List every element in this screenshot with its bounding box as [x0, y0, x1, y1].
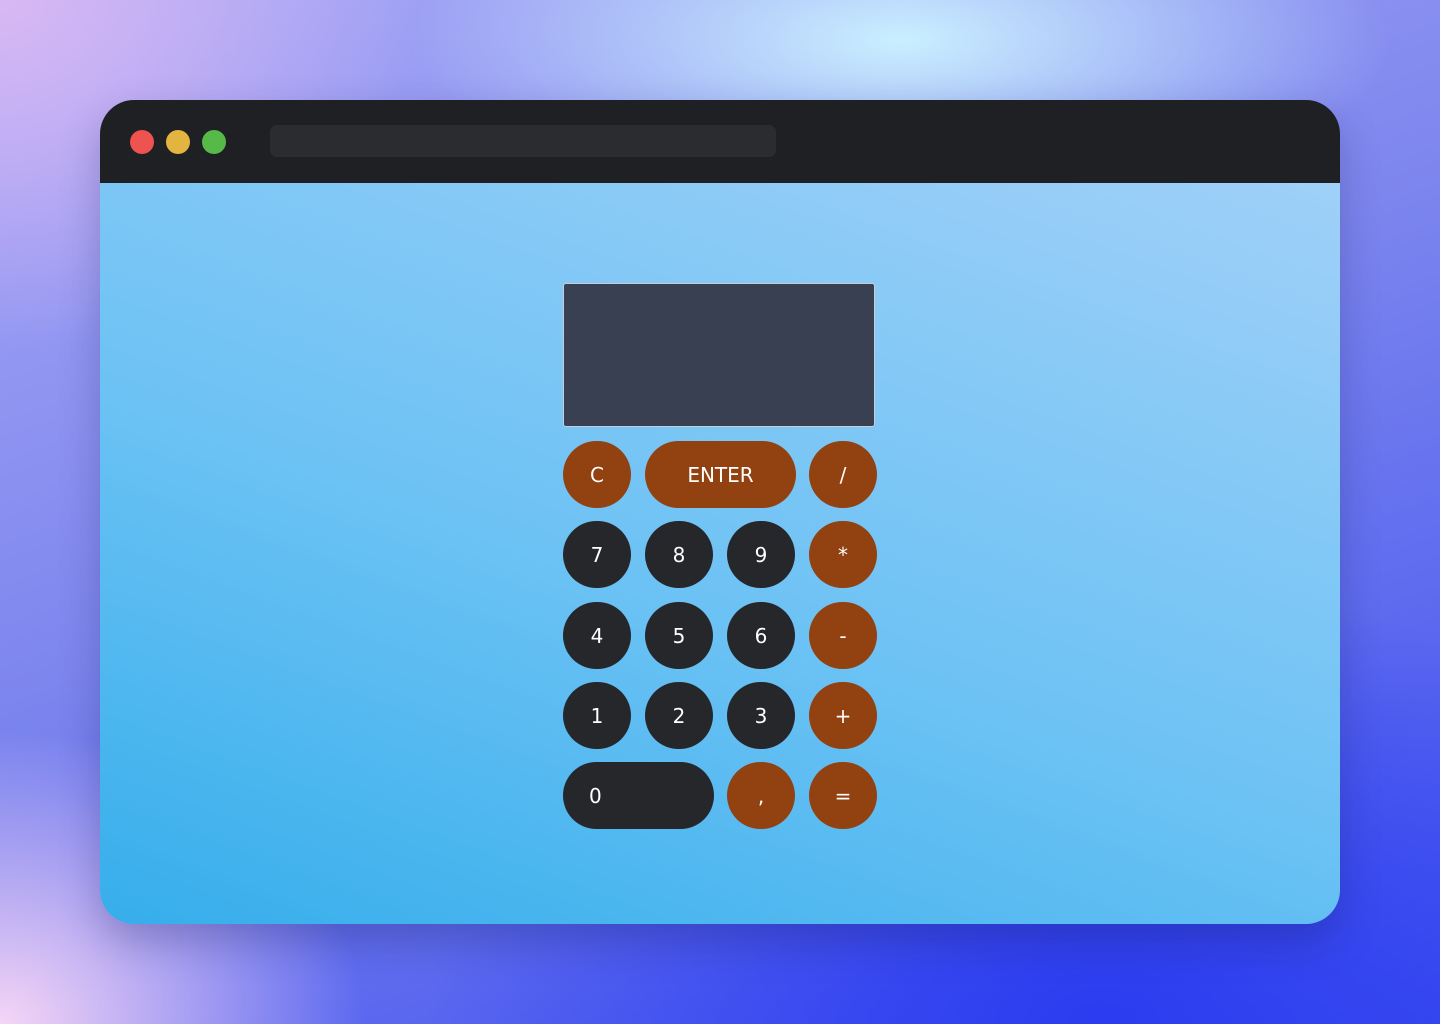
address-bar[interactable]	[270, 125, 776, 157]
digit-6-button[interactable]: 6	[727, 602, 795, 669]
digit-2-button[interactable]: 2	[645, 682, 713, 749]
calculator: C ENTER / 7 8 9 * 4 5 6 - 1 2 3 + 0 , =	[563, 283, 877, 829]
enter-button[interactable]: ENTER	[645, 441, 796, 508]
digit-1-button[interactable]: 1	[563, 682, 631, 749]
digit-9-button[interactable]: 9	[727, 521, 795, 588]
equals-button[interactable]: =	[809, 762, 877, 829]
divide-button[interactable]: /	[809, 441, 877, 508]
clear-button[interactable]: C	[563, 441, 631, 508]
browser-window: C ENTER / 7 8 9 * 4 5 6 - 1 2 3 + 0 , =	[100, 100, 1340, 924]
calculator-display	[563, 283, 875, 427]
digit-3-button[interactable]: 3	[727, 682, 795, 749]
comma-button[interactable]: ,	[727, 762, 795, 829]
minimize-window-button[interactable]	[166, 130, 190, 154]
subtract-button[interactable]: -	[809, 602, 877, 669]
digit-4-button[interactable]: 4	[563, 602, 631, 669]
close-window-button[interactable]	[130, 130, 154, 154]
page-content: C ENTER / 7 8 9 * 4 5 6 - 1 2 3 + 0 , =	[100, 183, 1340, 924]
add-button[interactable]: +	[809, 682, 877, 749]
digit-0-button[interactable]: 0	[563, 762, 714, 829]
multiply-button[interactable]: *	[809, 521, 877, 588]
maximize-window-button[interactable]	[202, 130, 226, 154]
digit-7-button[interactable]: 7	[563, 521, 631, 588]
digit-8-button[interactable]: 8	[645, 521, 713, 588]
keypad: C ENTER / 7 8 9 * 4 5 6 - 1 2 3 + 0 , =	[563, 441, 877, 829]
digit-5-button[interactable]: 5	[645, 602, 713, 669]
title-bar	[100, 100, 1340, 183]
